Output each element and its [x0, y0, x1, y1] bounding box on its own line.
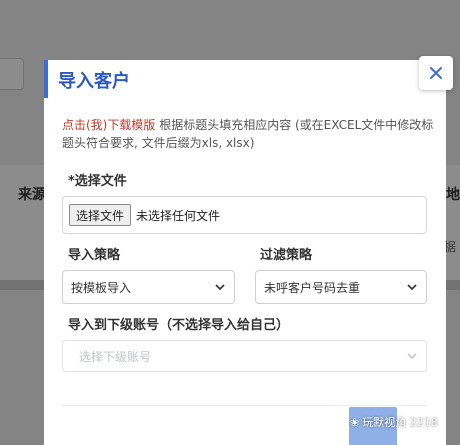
file-input[interactable]: 选择文件 未选择任何文件	[62, 196, 427, 234]
filter-value: 未呼客户号码去重	[264, 280, 361, 295]
footer-divider	[62, 405, 427, 406]
chevron-down-icon	[407, 353, 417, 360]
import-notice: 点击(我)下载模版 根据标题头填充相应内容 (或在EXCEL文件中修改标题头符合…	[62, 116, 442, 152]
filter-label: 过滤策略	[260, 248, 313, 263]
strategy-value: 按模板导入	[71, 280, 132, 295]
filter-select[interactable]: 未呼客户号码去重	[255, 270, 427, 304]
import-customer-dialog: 导入客户 点击(我)下载模版 根据标题头填充相应内容 (或在EXCEL文件中修改…	[44, 56, 453, 445]
dialog-title: 导入客户	[58, 71, 130, 92]
title-accent-bar	[44, 60, 48, 98]
watermark: ❀ 玩默视角 2218	[350, 414, 438, 430]
choose-file-button[interactable]: 选择文件	[69, 204, 132, 226]
chevron-down-icon	[215, 284, 225, 291]
chevron-down-icon	[407, 284, 417, 291]
download-template-link[interactable]: 点击(我)下载模版	[62, 118, 155, 132]
sub-account-select[interactable]: 选择下级账号	[62, 340, 427, 372]
watermark-text: 玩默视角 2218	[362, 416, 438, 429]
close-icon	[430, 67, 442, 79]
close-button[interactable]	[419, 56, 453, 90]
sub-account-placeholder: 选择下级账号	[79, 349, 152, 364]
file-label: *选择文件	[68, 174, 127, 189]
strategy-select[interactable]: 按模板导入	[62, 270, 235, 304]
sub-account-label: 导入到下级账号（不选择导入给自己）	[68, 318, 290, 333]
file-status: 未选择任何文件	[136, 208, 221, 223]
strategy-label: 导入策略	[68, 248, 121, 263]
wechat-icon: ❀	[350, 415, 360, 429]
